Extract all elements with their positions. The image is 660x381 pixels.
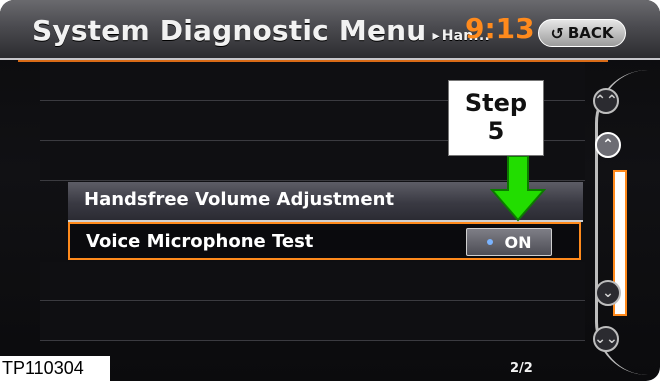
step-callout-line1: Step [464, 89, 528, 117]
on-toggle[interactable]: ON [466, 228, 552, 256]
back-button-label: BACK [567, 24, 614, 42]
list-item-empty [40, 302, 585, 341]
indicator-dot-icon [486, 239, 493, 245]
page-top-button[interactable]: ⌃⌃ [593, 88, 619, 114]
title-text: System Diagnostic Menu [32, 14, 427, 47]
chevron-up-icon: ⌃ [602, 137, 614, 153]
page-bottom-button[interactable]: ⌄⌄ [593, 326, 619, 352]
down-arrow-icon [490, 156, 546, 222]
menu-item-voice-microphone-test[interactable]: Voice Microphone Test ON [68, 222, 581, 260]
page-title: System Diagnostic Menu ▸ Han... [32, 14, 490, 47]
chevron-down-icon: ⌄ [602, 285, 614, 301]
toggle-label: ON [504, 232, 532, 252]
back-button[interactable]: ↺ BACK [538, 19, 626, 47]
scrollbar[interactable]: ⌃⌃ ⌃ ⌄ ⌄⌄ [585, 70, 645, 375]
back-arrow-icon: ↺ [550, 23, 564, 43]
clock: 9:13 [465, 12, 535, 45]
menu-item-label: Voice Microphone Test [86, 231, 314, 252]
breadcrumb-arrow-icon: ▸ [432, 28, 440, 44]
page-down-button[interactable]: ⌄ [595, 280, 621, 306]
nav-screen: System Diagnostic Menu ▸ Han... 9:13 ↺ BAC… [0, 0, 660, 381]
page-indicator: 2/2 [510, 361, 533, 376]
step-callout-line2: 5 [487, 117, 505, 145]
list-item-empty [40, 262, 585, 301]
menu-item-label: Handsfree Volume Adjustment [84, 189, 395, 210]
double-chevron-down-icon: ⌄⌄ [594, 331, 618, 347]
header-bar: System Diagnostic Menu ▸ Han... 9:13 ↺ BAC… [0, 0, 660, 60]
double-chevron-up-icon: ⌃⌃ [594, 93, 618, 109]
page-up-button[interactable]: ⌃ [595, 132, 621, 158]
step-callout: Step 5 [448, 80, 544, 156]
figure-label: TP110304 [0, 356, 110, 381]
